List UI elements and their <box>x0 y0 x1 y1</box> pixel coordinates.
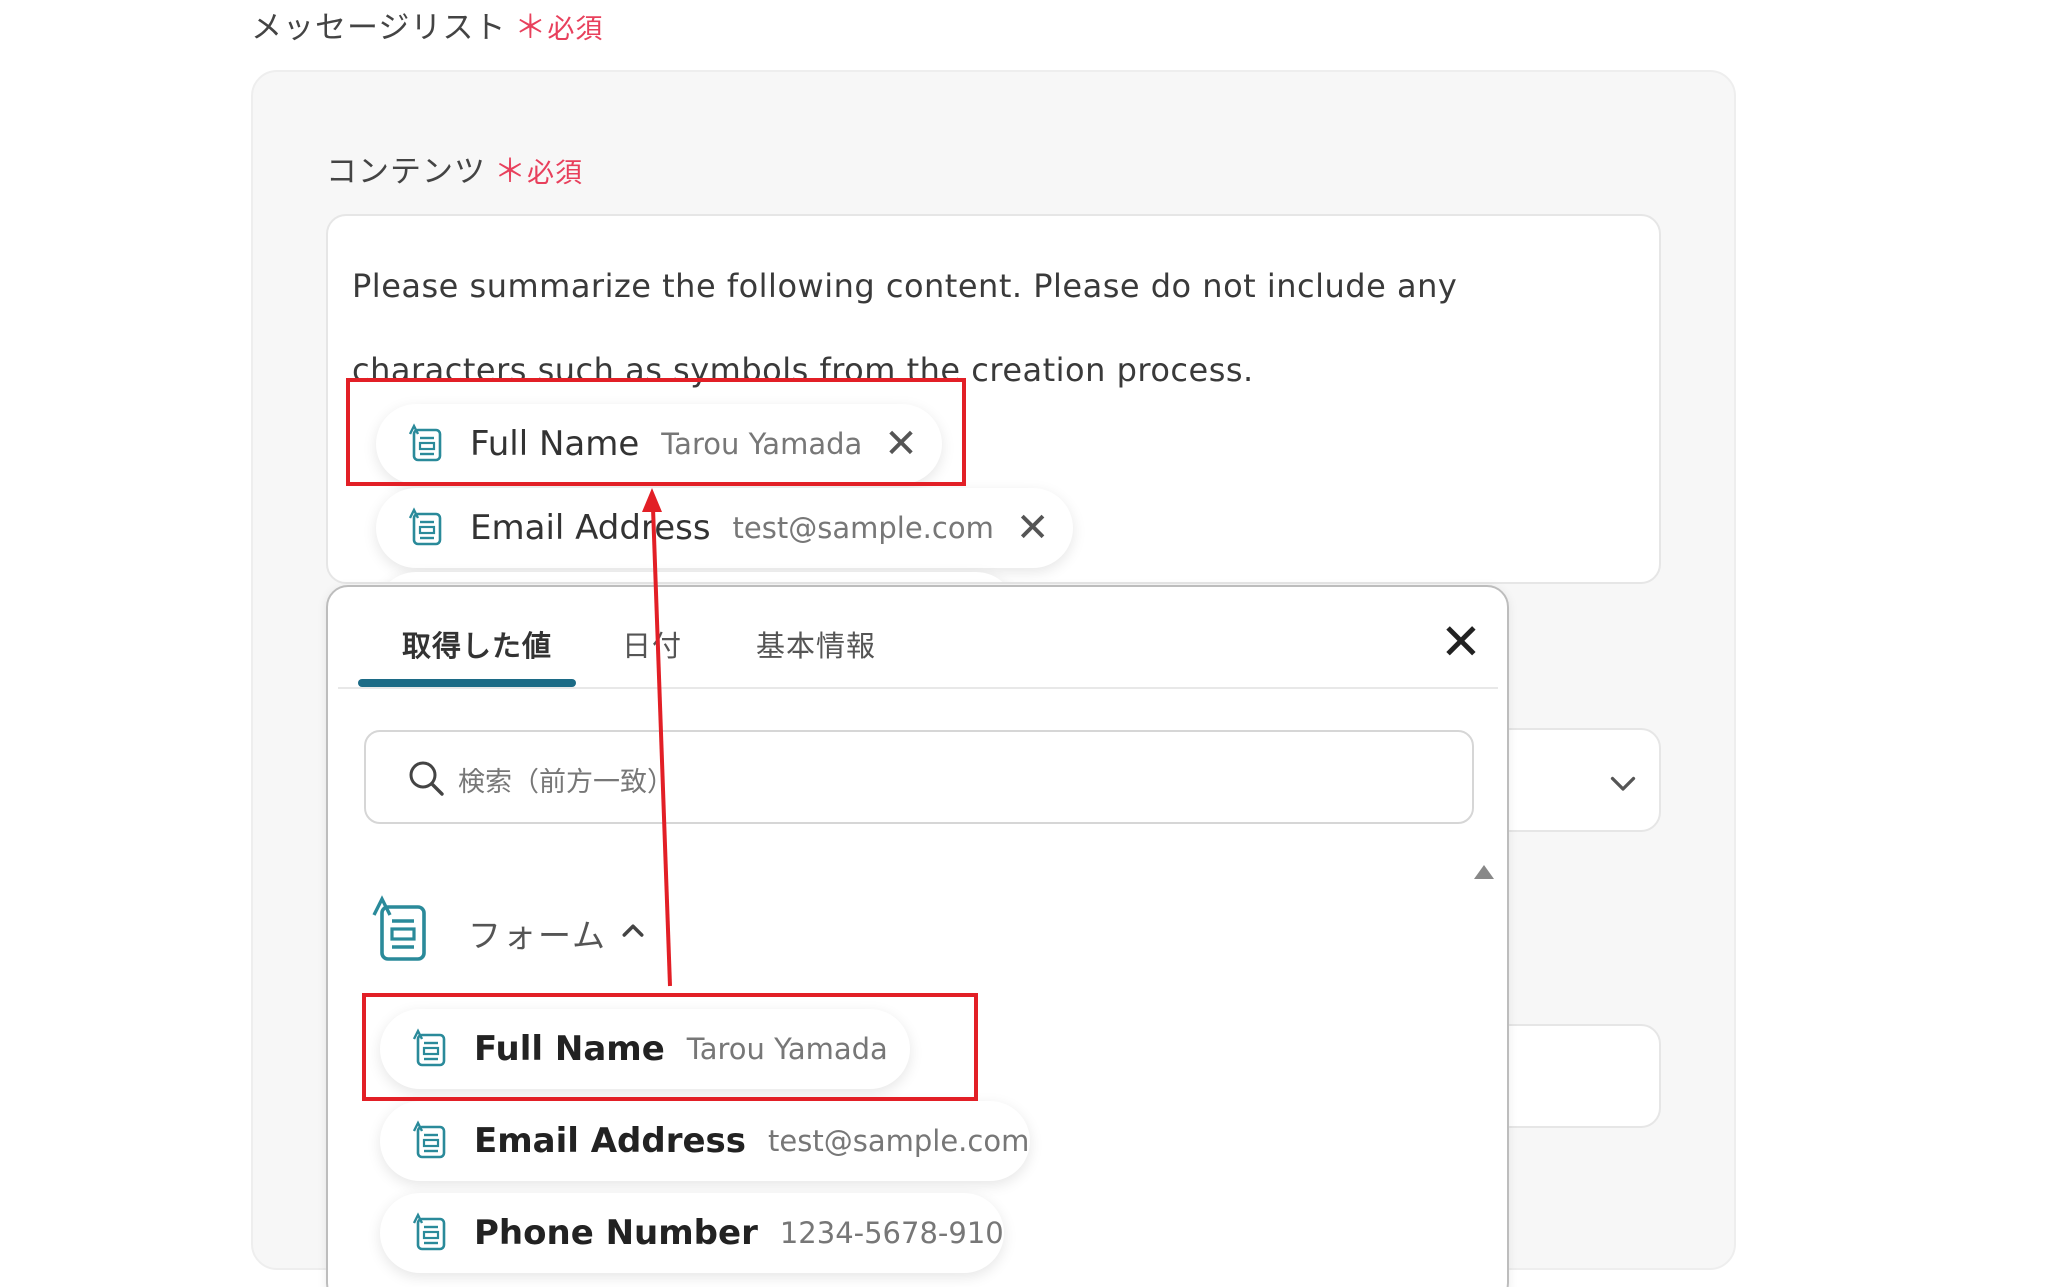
chevron-down-icon[interactable] <box>1605 765 1641 801</box>
required-star: ＊ <box>494 152 528 190</box>
tab-retrieved-values[interactable]: 取得した値 <box>402 623 552 665</box>
list-item-email-address[interactable]: Email Address test@sample.com <box>380 1101 1030 1181</box>
message-list-label-text: メッセージリスト <box>251 10 507 46</box>
tab-basic-info[interactable]: 基本情報 <box>756 623 876 665</box>
chevron-up-icon[interactable] <box>618 915 648 945</box>
contents-label: コンテンツ ＊必須 <box>326 146 583 192</box>
list-item-phone-number[interactable]: Phone Number 1234-5678-910 <box>380 1193 1004 1273</box>
variable-picker-popup: 取得した値 日付 基本情報 ✕ 検索（前方一致） フォーム Full Name … <box>326 585 1509 1287</box>
group-label-form[interactable]: フォーム <box>468 909 607 957</box>
form-icon <box>412 1120 446 1159</box>
contents-label-text: コンテンツ <box>326 154 486 190</box>
form-icon <box>372 895 426 961</box>
required-text: 必須 <box>527 158 584 189</box>
search-icon <box>409 761 444 796</box>
form-icon <box>408 507 442 546</box>
close-icon[interactable]: ✕ <box>1438 617 1484 667</box>
close-icon[interactable]: ✕ <box>1016 508 1050 548</box>
scroll-up-arrow[interactable] <box>1474 865 1494 879</box>
form-icon <box>412 1212 446 1251</box>
annotation-highlight-source <box>362 993 978 1101</box>
item-value: test@sample.com <box>768 1124 1030 1158</box>
required-star: ＊ <box>514 8 548 46</box>
search-input[interactable]: 検索（前方一致） <box>364 730 1474 824</box>
active-tab-indicator <box>358 679 576 687</box>
required-text: 必須 <box>547 14 604 45</box>
required-marker: ＊必須 <box>494 152 584 190</box>
annotation-highlight-target <box>346 378 966 486</box>
required-marker: ＊必須 <box>514 8 604 46</box>
tab-date[interactable]: 日付 <box>622 623 682 665</box>
chip-label: Email Address <box>470 508 711 548</box>
popup-tabs: 取得した値 日付 基本情報 <box>338 587 1498 689</box>
item-value: 1234-5678-910 <box>779 1216 1004 1250</box>
message-list-label: メッセージリスト ＊必須 <box>251 2 603 48</box>
variable-chip-email-address[interactable]: Email Address test@sample.com ✕ <box>376 488 1074 568</box>
variable-chip-partial[interactable] <box>376 572 1016 582</box>
search-placeholder: 検索（前方一致） <box>458 767 674 798</box>
chip-value: test@sample.com <box>732 511 994 545</box>
item-label: Phone Number <box>474 1213 758 1253</box>
item-label: Email Address <box>474 1121 747 1161</box>
